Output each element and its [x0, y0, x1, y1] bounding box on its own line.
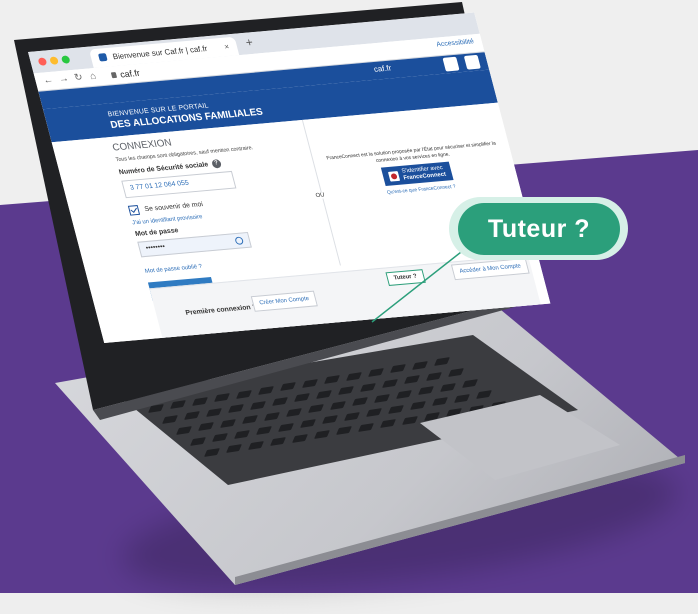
leader-line	[371, 244, 471, 323]
tutor-callout: Tuteur ?	[458, 203, 620, 255]
callout-leader-line	[371, 244, 471, 323]
